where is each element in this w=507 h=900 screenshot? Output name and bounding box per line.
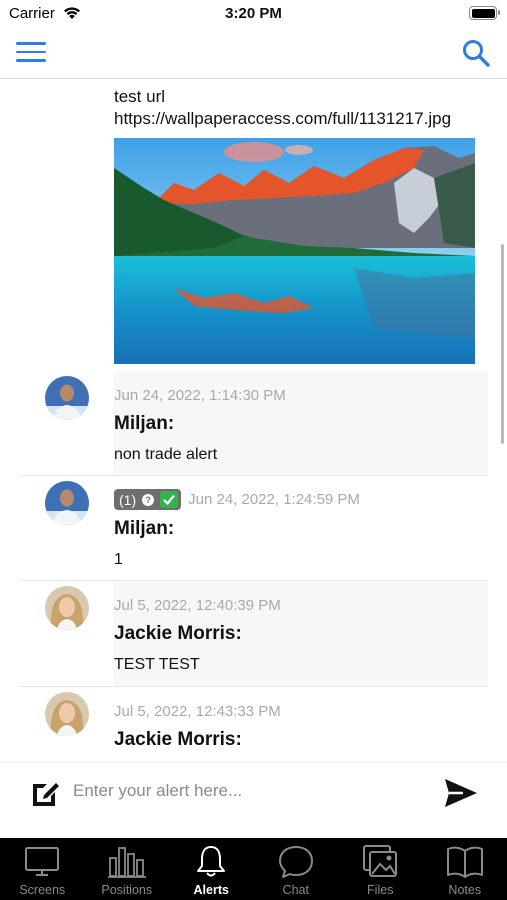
tab-notes[interactable]: Notes (423, 838, 507, 900)
message-text: TEST TEST (114, 656, 200, 673)
alert-message[interactable]: Jul 5, 2022, 12:43:33 PM Jackie Morris: (20, 687, 488, 762)
book-icon (446, 846, 483, 878)
question-icon: ? (142, 493, 155, 506)
alert-composer (0, 762, 507, 820)
url-post-title: test url (114, 87, 166, 106)
message-meta: (1) ? Jun 24, 2022, 1:24:59 PM (114, 489, 360, 510)
reply-count: (1) (119, 491, 137, 508)
tab-alerts[interactable]: Alerts (169, 838, 254, 900)
message-text: non trade alert (114, 446, 218, 463)
bar-chart-icon (107, 847, 146, 878)
avatar[interactable] (45, 376, 89, 420)
tab-label: Chat (282, 883, 309, 897)
message-timestamp: Jul 5, 2022, 12:43:33 PM (114, 703, 281, 720)
monitor-icon (25, 847, 60, 876)
alert-input[interactable] (73, 775, 423, 807)
tab-files[interactable]: Files (338, 838, 423, 900)
url-post-link[interactable]: https://wallpaperaccess.com/full/1131217… (114, 108, 451, 130)
message-author: Jackie Morris: (114, 623, 242, 644)
message-author: Miljan: (114, 413, 175, 434)
avatar[interactable] (45, 481, 89, 525)
message-author: Miljan: (114, 518, 175, 539)
images-icon (363, 845, 398, 877)
battery-icon (469, 6, 500, 20)
alert-message[interactable]: Jun 24, 2022, 1:14:30 PM Miljan: non tra… (20, 371, 488, 476)
tab-positions[interactable]: Positions (85, 838, 170, 900)
feed-scrollbar[interactable] (501, 244, 504, 444)
alerts-feed[interactable]: test url https://wallpaperaccess.com/ful… (0, 80, 507, 762)
checkmark-icon (160, 491, 179, 508)
message-text: 1 (114, 551, 123, 568)
tab-label: Alerts (193, 883, 229, 897)
nav-bar (0, 28, 507, 79)
tab-label: Positions (101, 883, 153, 897)
tab-label: Screens (19, 883, 66, 897)
tab-label: Notes (448, 883, 482, 897)
compose-icon[interactable] (31, 778, 61, 808)
message-timestamp: Jun 24, 2022, 1:14:30 PM (114, 387, 286, 404)
status-bar: Carrier 3:20 PM (0, 0, 507, 28)
alert-message[interactable]: (1) ? Jun 24, 2022, 1:24:59 PM Miljan: 1 (20, 476, 488, 581)
avatar[interactable] (45, 692, 89, 736)
message-timestamp: Jul 5, 2022, 12:40:39 PM (114, 597, 281, 614)
send-icon[interactable] (443, 777, 479, 809)
tab-bar: Screens Positions Alerts Chat Files Note… (0, 838, 507, 900)
mountain-lake-image[interactable] (114, 138, 475, 364)
tab-chat[interactable]: Chat (254, 838, 339, 900)
reply-count-badge[interactable]: (1) ? (114, 489, 182, 510)
avatar[interactable] (45, 586, 89, 630)
url-post: test url https://wallpaperaccess.com/ful… (114, 86, 451, 130)
tab-screens[interactable]: Screens (0, 838, 85, 900)
clock: 3:20 PM (225, 5, 282, 22)
hamburger-icon[interactable] (16, 42, 46, 64)
search-icon[interactable] (461, 38, 491, 68)
chat-bubble-icon (278, 846, 313, 878)
message-author: Jackie Morris: (114, 729, 242, 750)
alert-message[interactable]: Jul 5, 2022, 12:40:39 PM Jackie Morris: … (20, 581, 488, 687)
tab-label: Files (367, 883, 394, 897)
message-timestamp: Jun 24, 2022, 1:24:59 PM (188, 491, 360, 508)
bell-icon (197, 846, 226, 877)
